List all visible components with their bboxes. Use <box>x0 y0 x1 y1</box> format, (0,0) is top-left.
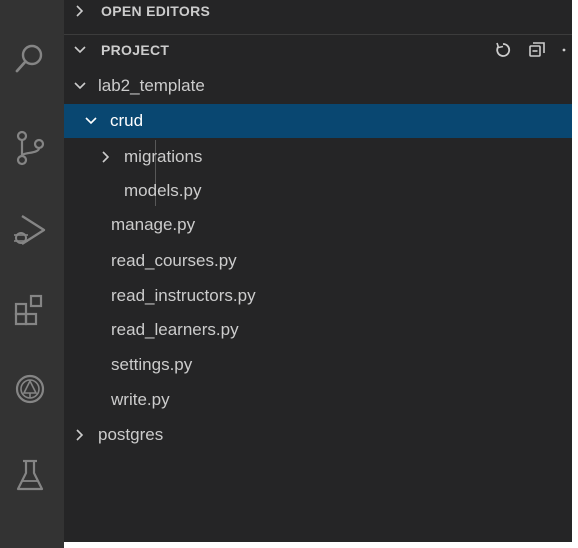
explorer-panel: OPEN EDITORS PROJECT lab2_template crud … <box>64 0 578 548</box>
tree-item-crud[interactable]: crud <box>64 104 572 138</box>
chevron-right-icon <box>102 151 110 163</box>
extensions-icon[interactable] <box>5 287 55 333</box>
activity-bar <box>0 0 64 548</box>
tree-item-file[interactable]: manage.py <box>64 208 572 242</box>
file-label: write.py <box>111 390 170 409</box>
tree-item-file[interactable]: read_learners.py <box>64 313 572 347</box>
file-label: models.py <box>124 181 202 200</box>
collapse-all-icon[interactable] <box>528 41 546 59</box>
file-label: read_instructors.py <box>111 286 256 305</box>
remote-explorer-icon[interactable] <box>5 366 55 412</box>
source-control-icon[interactable] <box>5 125 55 171</box>
tree-item-models-py[interactable]: models.py <box>64 174 572 208</box>
chevron-right-icon <box>76 429 84 441</box>
file-label: read_courses.py <box>111 251 237 270</box>
tree-item-file[interactable]: read_courses.py <box>64 244 572 278</box>
search-icon[interactable] <box>5 36 55 82</box>
bottom-edge <box>64 542 578 548</box>
chevron-right-icon <box>76 5 84 17</box>
tree-item-file[interactable]: write.py <box>64 383 572 417</box>
project-actions <box>494 35 566 65</box>
file-label: read_learners.py <box>111 320 239 339</box>
chevron-down-icon <box>74 82 86 90</box>
chevron-down-icon <box>85 117 97 125</box>
folder-label: migrations <box>124 147 203 166</box>
folder-label: crud <box>110 111 144 130</box>
chevron-down-icon <box>74 46 86 54</box>
open-editors-section-header[interactable]: OPEN EDITORS <box>64 0 572 26</box>
folder-label: lab2_template <box>98 76 205 95</box>
tree-item-postgres[interactable]: postgres <box>64 418 572 452</box>
tree-item-migrations[interactable]: migrations <box>64 140 572 174</box>
tree-item-file[interactable]: read_instructors.py <box>64 279 572 313</box>
right-edge <box>572 0 578 548</box>
refresh-icon[interactable] <box>494 41 512 59</box>
tree-item-lab2-template[interactable]: lab2_template <box>64 69 572 103</box>
file-label: manage.py <box>111 215 196 234</box>
project-label: PROJECT <box>101 42 170 58</box>
testing-icon[interactable] <box>5 452 55 498</box>
tree-item-file[interactable]: settings.py <box>64 348 572 382</box>
more-actions-icon[interactable] <box>562 41 566 59</box>
open-editors-label: OPEN EDITORS <box>101 3 211 19</box>
file-label: settings.py <box>111 355 193 374</box>
project-section-header[interactable]: PROJECT <box>64 34 572 65</box>
folder-label: postgres <box>98 425 164 444</box>
run-debug-icon[interactable] <box>5 207 55 253</box>
